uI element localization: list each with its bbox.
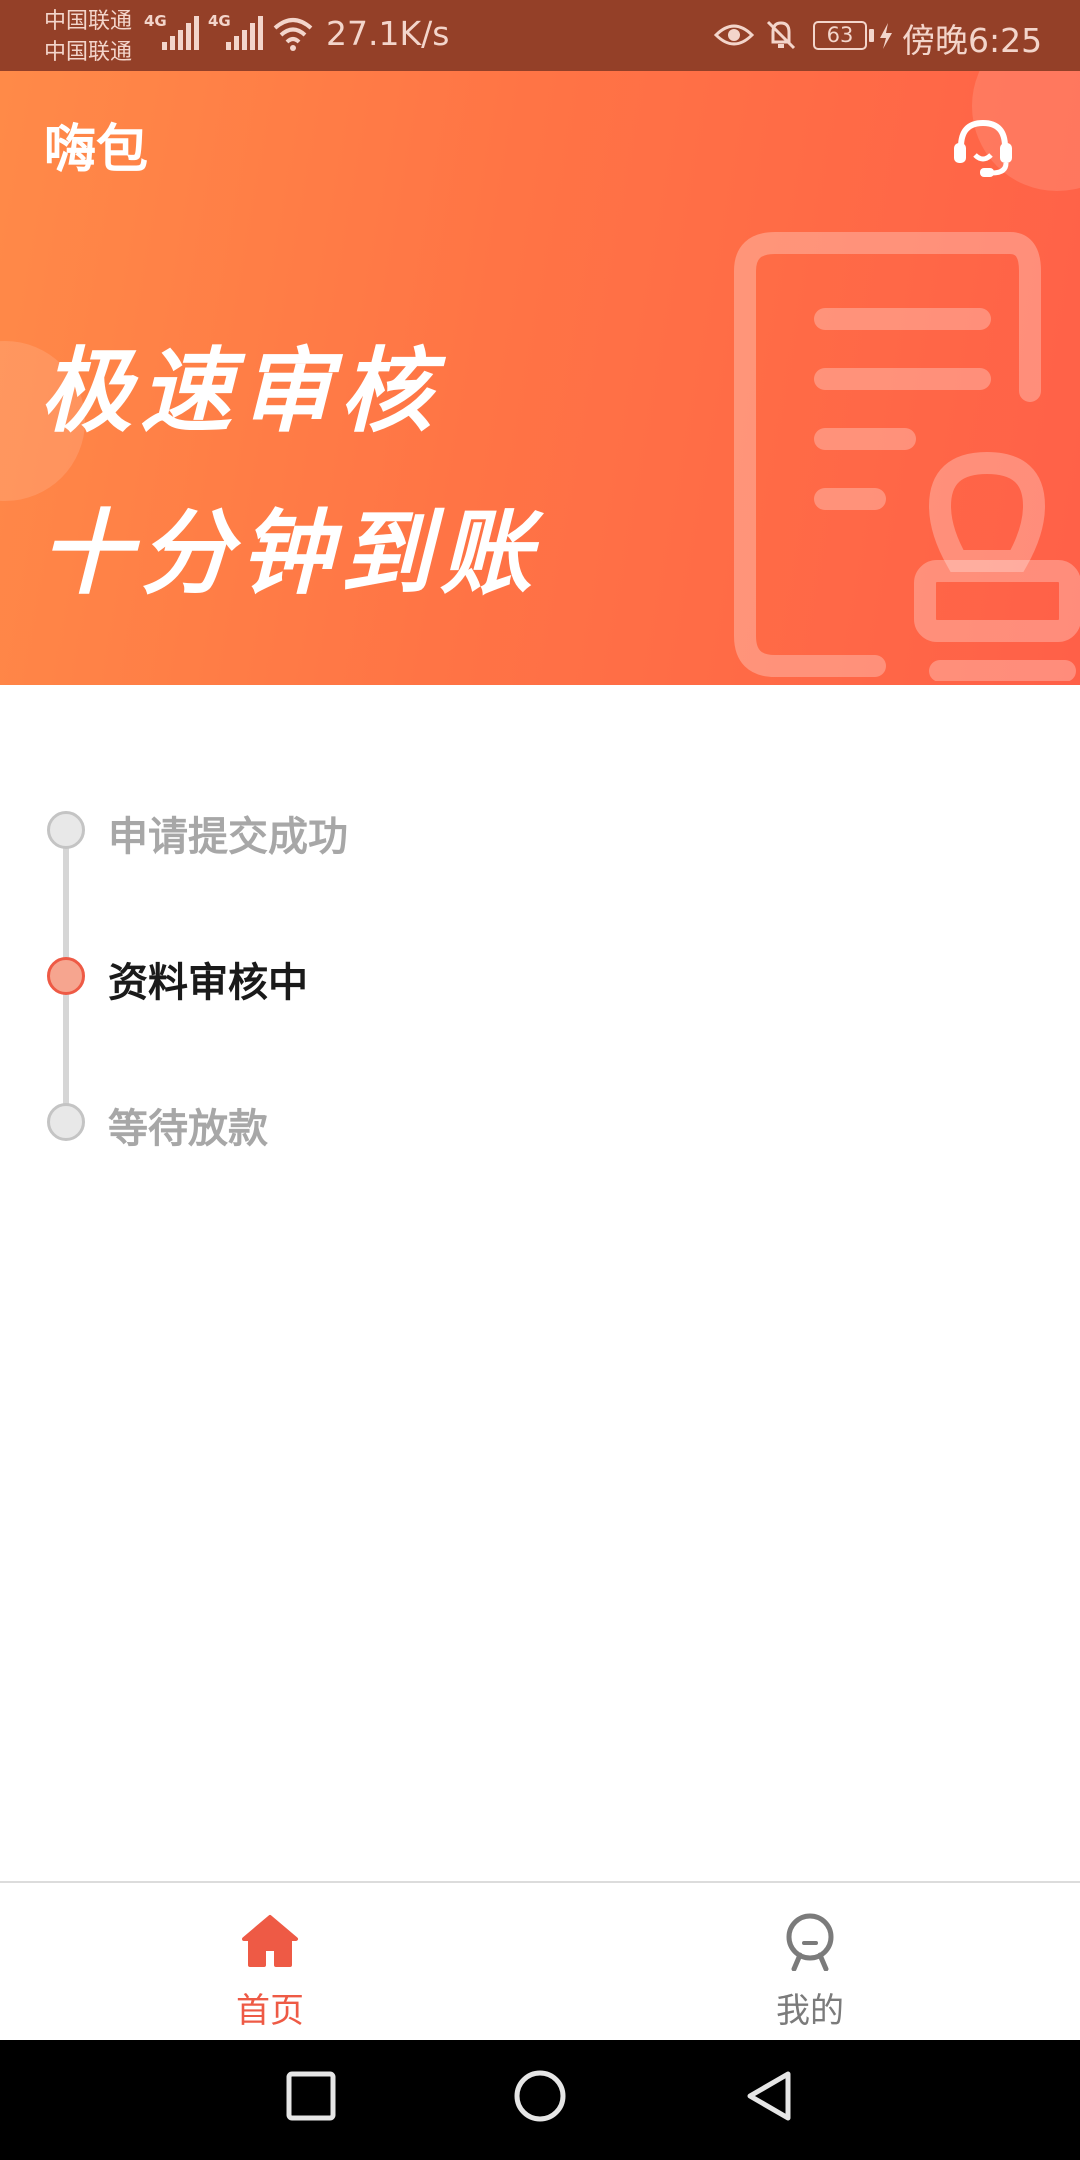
step-dot bbox=[47, 811, 85, 849]
promo-subheadline: 十分钟到账 bbox=[40, 500, 541, 607]
promo-headline: 极速审核 bbox=[40, 338, 441, 445]
step-label: 申请提交成功 bbox=[108, 814, 348, 860]
promo-banner: 嗨包 极速审核 十分钟到账 bbox=[0, 71, 1080, 685]
profile-icon bbox=[786, 1913, 834, 1971]
tab-mine-label: 我的 bbox=[776, 1991, 844, 2031]
tab-home[interactable]: 首页 bbox=[0, 1883, 540, 2040]
step-dot-active bbox=[47, 957, 85, 995]
tab-home-label: 首页 bbox=[236, 1991, 304, 2031]
home-icon bbox=[242, 1915, 298, 1967]
system-navigation-bar bbox=[0, 2040, 1080, 2160]
step-label-active: 资料审核中 bbox=[108, 960, 308, 1006]
headset-icon[interactable] bbox=[948, 111, 1018, 181]
clock: 傍晚6:25 bbox=[902, 21, 1043, 60]
carrier-labels: 中国联通 中国联通 bbox=[44, 6, 132, 68]
signal-icon-2 bbox=[226, 16, 263, 50]
status-bar: 中国联通 中国联通 4G 4G 27.1K/s 63 傍晚6:25 bbox=[0, 0, 1080, 71]
recents-icon[interactable] bbox=[283, 2068, 339, 2124]
step-submitted: 申请提交成功 bbox=[0, 790, 1080, 870]
bottom-tab-bar: 首页 我的 bbox=[0, 1881, 1080, 2040]
step-awaiting-loan: 等待放款 bbox=[0, 1082, 1080, 1162]
battery-tip bbox=[869, 29, 874, 42]
charging-icon bbox=[880, 23, 892, 49]
signal-icon bbox=[162, 16, 199, 50]
home-circle-icon[interactable] bbox=[512, 2068, 568, 2124]
eye-icon bbox=[714, 24, 754, 46]
wifi-icon bbox=[273, 18, 313, 51]
step-dot bbox=[47, 1103, 85, 1141]
app-title: 嗨包 bbox=[44, 120, 149, 180]
mute-bell-icon bbox=[766, 20, 796, 50]
step-reviewing: 资料审核中 bbox=[0, 936, 1080, 1016]
app-screen: 中国联通 中国联通 4G 4G 27.1K/s 63 傍晚6:25 嗨包 极速审… bbox=[0, 0, 1080, 2160]
carrier-2: 中国联通 bbox=[44, 40, 133, 65]
document-stamp-icon bbox=[734, 232, 1080, 681]
back-icon[interactable] bbox=[742, 2068, 798, 2124]
step-label: 等待放款 bbox=[108, 1106, 268, 1152]
network-speed: 27.1K/s bbox=[326, 14, 450, 53]
battery-indicator: 63 bbox=[813, 21, 867, 50]
tab-mine[interactable]: 我的 bbox=[540, 1883, 1080, 2040]
carrier-1: 中国联通 bbox=[44, 9, 133, 34]
